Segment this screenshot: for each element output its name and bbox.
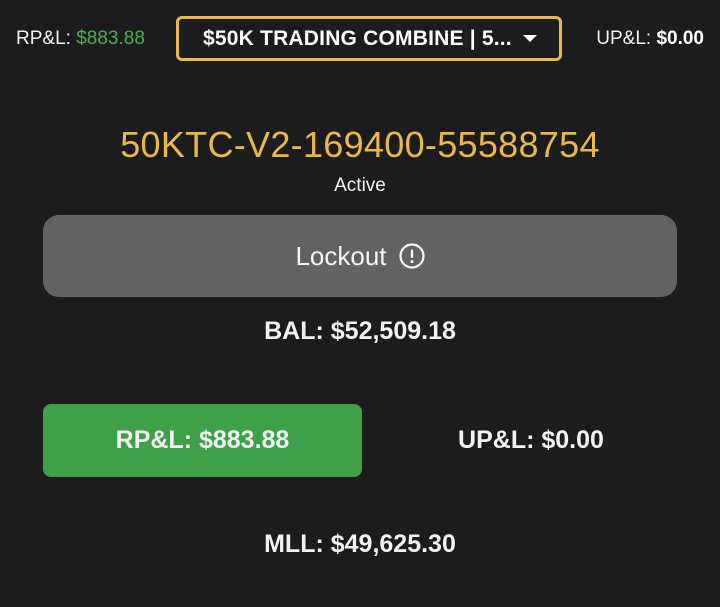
alert-circle-icon [398, 243, 425, 269]
header-upl-label: UP&L: [596, 28, 652, 49]
account-select-dropdown[interactable]: $50K TRADING COMBINE | 5... [176, 16, 562, 61]
upl-text: UP&L: $0.00 [458, 426, 604, 454]
header-upl: UP&L: $0.00 [596, 28, 704, 50]
header-rpl-value: $883.88 [76, 28, 145, 49]
header-upl-value: $0.00 [656, 28, 704, 49]
header-rpl: RP&L: $883.88 [16, 28, 145, 50]
lockout-button[interactable]: Lockout [43, 215, 677, 297]
rpl-button-label: RP&L: $883.88 [115, 426, 290, 454]
account-screen: RP&L: $883.88 $50K TRADING COMBINE | 5..… [0, 0, 720, 607]
header-rpl-label: RP&L: [16, 28, 71, 49]
top-bar: RP&L: $883.88 $50K TRADING COMBINE | 5..… [0, 0, 720, 80]
account-status: Active [334, 175, 386, 196]
rpl-button[interactable]: RP&L: $883.88 [43, 404, 362, 477]
account-id: 50KTC-V2-169400-55588754 [120, 124, 600, 165]
chevron-down-icon [523, 35, 537, 42]
mll-text: MLL: $49,625.30 [264, 530, 456, 558]
balance-text: BAL: $52,509.18 [264, 317, 456, 345]
lockout-button-label: Lockout [295, 240, 387, 271]
account-select-value: $50K TRADING COMBINE | 5... [203, 26, 512, 50]
